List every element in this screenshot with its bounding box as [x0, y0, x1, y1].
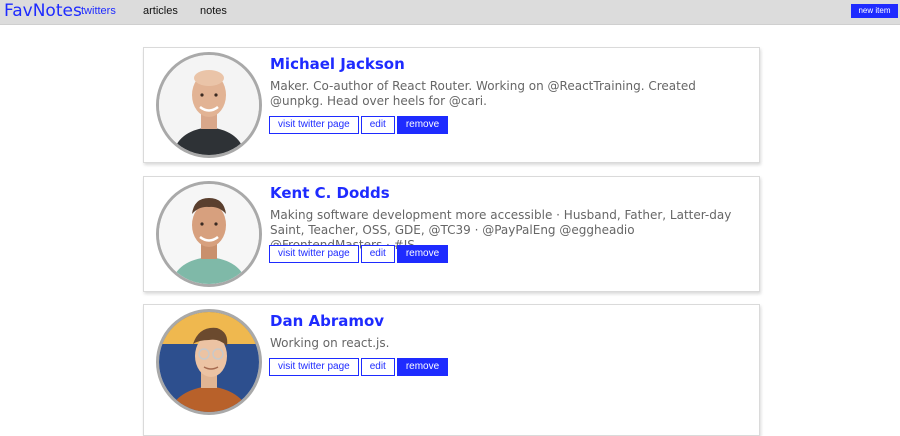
profile-description: Working on react.js.	[270, 336, 390, 350]
twitter-card: Michael Jackson Maker. Co-author of Reac…	[143, 47, 760, 163]
card-actions: visit twitter page edit remove	[269, 358, 449, 376]
visit-twitter-page-button[interactable]: visit twitter page	[269, 245, 359, 263]
nav-link-notes[interactable]: notes	[200, 5, 227, 18]
profile-name[interactable]: Kent C. Dodds	[270, 184, 390, 202]
profile-photo-icon	[159, 184, 259, 284]
visit-twitter-page-button[interactable]: visit twitter page	[269, 116, 359, 134]
nav-link-articles[interactable]: articles	[143, 5, 178, 18]
avatar	[156, 52, 262, 158]
edit-button[interactable]: edit	[360, 358, 395, 376]
app-logo-title[interactable]: FavNotes	[4, 1, 82, 21]
remove-button[interactable]: remove	[396, 116, 449, 134]
twitter-card: Kent C. Dodds Making software developmen…	[143, 176, 760, 292]
profile-name[interactable]: Michael Jackson	[270, 55, 405, 73]
profile-photo-icon	[159, 55, 259, 155]
edit-button[interactable]: edit	[360, 245, 395, 263]
profile-name[interactable]: Dan Abramov	[270, 312, 384, 330]
profile-photo-icon	[159, 312, 259, 412]
nav-link-twitters[interactable]: twitters	[81, 5, 116, 18]
remove-button[interactable]: remove	[396, 358, 449, 376]
new-item-button[interactable]: new item	[851, 4, 898, 18]
card-actions: visit twitter page edit remove	[269, 116, 449, 134]
twitter-card: Dan Abramov Working on react.js. visit t…	[143, 304, 760, 436]
edit-button[interactable]: edit	[360, 116, 395, 134]
avatar	[156, 309, 262, 415]
top-navbar: FavNotes twitters articles notes new ite…	[0, 0, 900, 25]
card-actions: visit twitter page edit remove	[269, 245, 449, 263]
remove-button[interactable]: remove	[396, 245, 449, 263]
visit-twitter-page-button[interactable]: visit twitter page	[269, 358, 359, 376]
avatar	[156, 181, 262, 287]
profile-description: Maker. Co-author of React Router. Workin…	[270, 79, 696, 108]
